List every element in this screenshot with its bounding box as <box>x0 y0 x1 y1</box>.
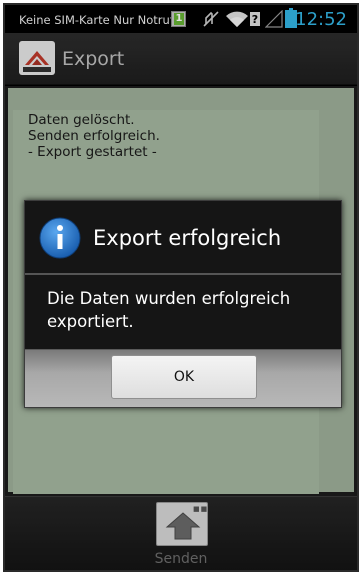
dialog-title: Export erfolgreich <box>93 226 282 250</box>
dialog-footer: OK <box>25 349 341 407</box>
ok-button[interactable]: OK <box>111 355 257 399</box>
phone-screen: Keine SIM-Karte Nur Notrufe 1 ? 12:52 Ex… <box>3 3 359 572</box>
dialog-message: Die Daten wurden erfolgreich exportiert. <box>47 289 291 331</box>
info-icon <box>39 217 81 259</box>
export-success-dialog: Export erfolgreich Die Daten wurden erfo… <box>24 200 342 408</box>
dialog-divider <box>25 273 341 275</box>
dialog-header: Export erfolgreich <box>25 201 341 273</box>
